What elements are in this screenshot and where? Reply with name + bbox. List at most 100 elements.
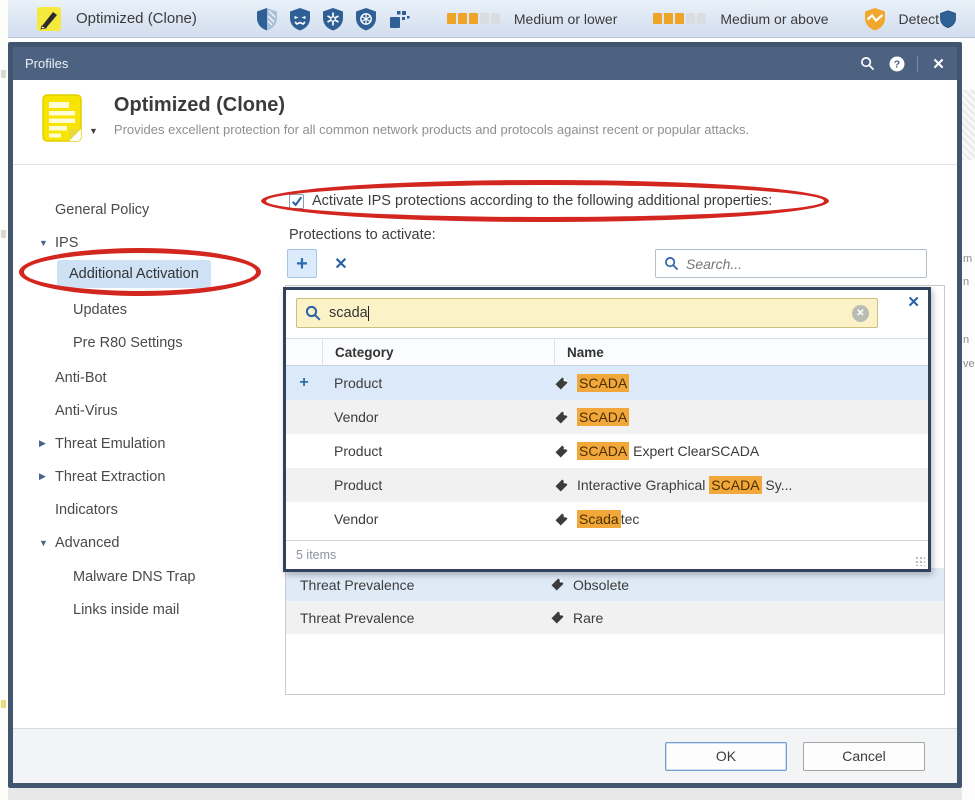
background-window-fragment: n [963,276,969,288]
sidebar-item-indicators[interactable]: Indicators [13,493,275,526]
background-window-fragment: m [963,253,972,265]
sidebar-item-updates[interactable]: Updates [13,293,275,326]
search-icon [664,256,679,271]
tag-icon [554,376,569,391]
anti-bot-shield-icon [288,7,312,31]
result-row[interactable]: + Product SCADA [286,366,928,400]
sidebar-item-anti-bot[interactable]: Anti-Bot [13,361,275,394]
anti-virus-shield-icon [321,7,345,31]
add-row-icon[interactable]: + [286,374,322,392]
text-cursor [368,306,369,321]
table-row[interactable]: Threat Prevalence Rare [286,601,944,634]
profile-header: ▼ Optimized (Clone) Provides excellent p… [13,80,957,165]
category-column-header[interactable]: Category [322,339,554,365]
ips-shield-icon [255,7,279,31]
screen: Optimized (Clone) [0,0,975,800]
selected-nav-item[interactable]: Additional Activation [57,260,211,288]
chevron-expanded-icon[interactable]: ▼ [39,238,51,248]
edit-profile-icon[interactable] [36,6,62,32]
activate-ips-checkbox[interactable] [289,194,304,209]
table-row[interactable]: Threat Prevalence Obsolete [286,568,944,601]
background-fragment [1,70,6,78]
checkmark-icon [291,195,303,207]
cancel-button[interactable]: Cancel [803,742,925,771]
protection-shield-icon [939,7,957,31]
severity-low-label: Medium or lower [514,11,617,27]
chevron-expanded-icon[interactable]: ▼ [39,538,51,548]
help-icon[interactable]: ? [888,55,905,72]
activate-ips-label[interactable]: Activate IPS protections according to th… [312,193,772,209]
dialog-footer: OK Cancel [13,728,957,783]
close-icon[interactable]: ✕ [907,293,920,311]
threat-emulation-shield-icon [354,7,378,31]
meter-segment [686,13,695,24]
tag-icon [554,410,569,425]
dialog-title-bar[interactable]: Profiles ? ✕ [13,47,957,80]
profile-document-icon[interactable] [39,92,85,144]
result-row[interactable]: Product SCADA Expert ClearSCADA [286,434,928,468]
results-table: Category Name + Product SCADA [286,338,928,536]
resize-grip[interactable] [915,556,925,566]
sidebar-item-advanced[interactable]: ▼ Advanced [13,526,275,559]
sidebar-item-additional-activation[interactable]: Additional Activation [13,257,275,290]
tag-icon [550,577,565,592]
tag-icon [554,478,569,493]
detect-shield-icon [863,7,887,31]
dropdown-search-field[interactable]: scada ✕ [296,298,878,328]
result-row[interactable]: Vendor SCADA [286,400,928,434]
highlighted-match: SCADA [577,408,629,426]
clear-search-icon[interactable]: ✕ [852,305,869,322]
dialog-body: General Policy ▼ IPS Additional Activati… [13,165,957,728]
remove-protection-button[interactable]: ✕ [327,249,355,278]
result-row[interactable]: Vendor Scadatec [286,502,928,536]
highlighted-match: SCADA [577,442,629,460]
blade-icons [255,7,411,31]
tag-icon [554,512,569,527]
meter-segment [458,13,467,24]
threat-extraction-icon [387,7,411,31]
protections-to-activate-label: Protections to activate: [289,227,436,243]
sidebar-item-ips[interactable]: ▼ IPS [13,226,275,259]
highlighted-match: SCADA [709,476,761,494]
chevron-collapsed-icon[interactable]: ▶ [39,471,51,482]
search-query[interactable]: scada [329,305,368,321]
background-fragment [1,700,6,708]
sidebar-item-malware-dns-trap[interactable]: Malware DNS Trap [13,560,275,593]
chevron-collapsed-icon[interactable]: ▶ [39,438,51,449]
profile-title: Optimized (Clone) [114,94,749,117]
additional-activation-panel: Activate IPS protections according to th… [285,165,947,728]
results-count: 5 items [286,540,928,569]
profile-row: Optimized (Clone) [8,0,975,38]
chevron-down-icon[interactable]: ▼ [89,126,98,136]
settings-nav: General Policy ▼ IPS Additional Activati… [13,165,275,728]
meter-segment [664,13,673,24]
search-input[interactable] [686,256,918,272]
table-header: Category Name [286,338,928,366]
profiles-dialog: Profiles ? ✕ [8,42,962,788]
severity-meter-high [653,13,706,24]
sidebar-item-pre-r80-settings[interactable]: Pre R80 Settings [13,326,275,359]
profile-subtitle: Provides excellent protection for all co… [114,122,749,137]
sidebar-item-threat-emulation[interactable]: ▶ Threat Emulation [13,427,275,460]
background-below-dialog [8,788,962,800]
tag-icon [554,444,569,459]
meter-segment [469,13,478,24]
search-icon [305,305,321,321]
background-window-left-edge [0,0,8,800]
divider [917,56,918,72]
protections-search-box[interactable] [655,249,927,278]
add-protection-button[interactable]: + [287,249,317,278]
search-icon[interactable] [859,55,876,72]
highlighted-match: SCADA [577,374,629,392]
meter-segment [491,13,500,24]
name-column-header[interactable]: Name [554,339,928,365]
sidebar-item-threat-extraction[interactable]: ▶ Threat Extraction [13,460,275,493]
ok-button[interactable]: OK [665,742,787,771]
sidebar-item-general-policy[interactable]: General Policy [13,193,275,226]
svg-text:?: ? [893,58,899,70]
background-fragment [1,230,6,238]
result-row[interactable]: Product Interactive Graphical SCADA Sy..… [286,468,928,502]
sidebar-item-anti-virus[interactable]: Anti-Virus [13,394,275,427]
sidebar-item-links-inside-mail[interactable]: Links inside mail [13,593,275,626]
close-icon[interactable]: ✕ [930,55,947,72]
